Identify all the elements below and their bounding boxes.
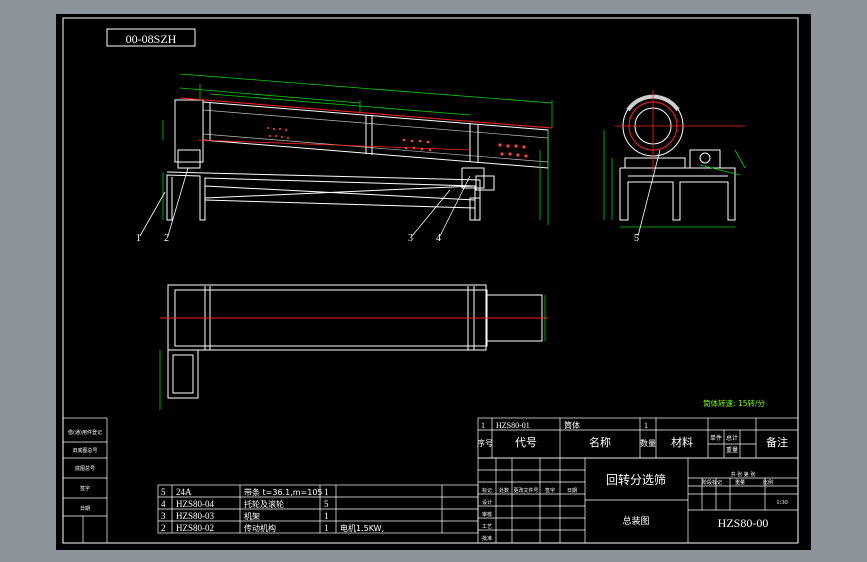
sheet-label: 共 张 第 张 xyxy=(731,471,756,478)
parts-row-name: 机架 xyxy=(244,511,260,521)
left-strip-label: 日期 xyxy=(80,506,90,512)
parts-header-5: 单件 xyxy=(710,434,722,442)
left-strip-label: 借(通)用件登记 xyxy=(68,429,102,436)
drawing-number: HZS80-00 xyxy=(718,516,769,530)
left-strip-label: 签字 xyxy=(80,485,90,492)
parts-top-name: 筒体 xyxy=(564,420,580,430)
left-strip-label: 底图总号 xyxy=(75,465,95,472)
parts-row-name: 传动机构 xyxy=(244,523,276,533)
parts-row-code: HZS80-03 xyxy=(176,511,214,521)
title-role-label: 审核 xyxy=(482,511,492,518)
title-col-label: 日期 xyxy=(567,488,577,494)
parts-row-qty: 5 xyxy=(324,499,329,509)
drawing-title: 回转分选筛 xyxy=(606,472,666,487)
scale-value: 1:30 xyxy=(776,499,788,506)
parts-row-no: 4 xyxy=(161,499,166,509)
parts-header-2: 名称 xyxy=(589,435,611,449)
parts-header-1: 代号 xyxy=(515,436,537,449)
balloon-2: 2 xyxy=(164,233,169,244)
parts-row-name: 带条 t=36.1,m=105 xyxy=(244,487,323,497)
balloon-5: 5 xyxy=(634,233,639,244)
cad-viewport[interactable]: 00-08SZH 1 2 3 4 5 筒体转速: 15转/分 借(通)用件登记 … xyxy=(0,0,867,562)
parts-header-3: 数量 xyxy=(640,438,656,448)
title-stage-label: 阶段标记 xyxy=(702,479,722,486)
drawing-sheet[interactable]: 00-08SZH 1 2 3 4 5 筒体转速: 15转/分 借(通)用件登记旧… xyxy=(0,0,867,562)
parts-row-code: HZS80-02 xyxy=(176,523,214,533)
title-col-label: 更改文件号 xyxy=(513,487,538,494)
title-col-label: 处数 xyxy=(499,487,509,494)
parts-header-8: 备注 xyxy=(766,435,788,449)
title-role-label: 设计 xyxy=(482,499,492,506)
parts-header-0: 序号 xyxy=(477,438,493,448)
balloon-3: 3 xyxy=(408,233,413,244)
left-strip-label: 旧底图总号 xyxy=(72,447,97,454)
parts-header-7: 重量 xyxy=(726,446,738,454)
parts-top-qty: 1 xyxy=(644,421,648,430)
title-role-label: 工艺 xyxy=(482,524,492,530)
capacity-note: 筒体转速: 15转/分 xyxy=(703,398,765,408)
parts-header-6: 总计 xyxy=(726,434,738,442)
parts-row-qty: 1 xyxy=(324,511,329,521)
parts-row-no: 3 xyxy=(161,511,166,521)
parts-row-no: 2 xyxy=(161,523,166,533)
parts-header-4: 材料 xyxy=(671,435,693,449)
balloon-1: 1 xyxy=(136,233,141,244)
sheet-background xyxy=(56,14,811,550)
parts-top-code: HZS80-01 xyxy=(496,421,530,430)
parts-row-qty: 1 xyxy=(324,523,329,533)
view-name: 总装图 xyxy=(622,515,649,527)
parts-row-no: 5 xyxy=(161,487,166,497)
parts-top-no: 1 xyxy=(481,421,485,430)
balloon-4: 4 xyxy=(436,233,441,244)
stamp-code: 00-08SZH xyxy=(126,32,177,46)
parts-row-code: HZS80-04 xyxy=(176,499,214,509)
parts-row-note: 电机1.5KW, xyxy=(340,523,384,533)
title-col-label: 签字 xyxy=(545,487,555,494)
parts-row-code: 24A xyxy=(176,487,192,497)
title-stage-label: 重量 xyxy=(735,479,745,486)
parts-row-name: 托轮及滚轮 xyxy=(244,499,284,509)
title-stage-label: 比例 xyxy=(763,479,773,486)
title-col-label: 标记 xyxy=(482,487,492,494)
parts-row-qty: 1 xyxy=(324,487,329,497)
title-role-label: 批准 xyxy=(482,535,492,542)
